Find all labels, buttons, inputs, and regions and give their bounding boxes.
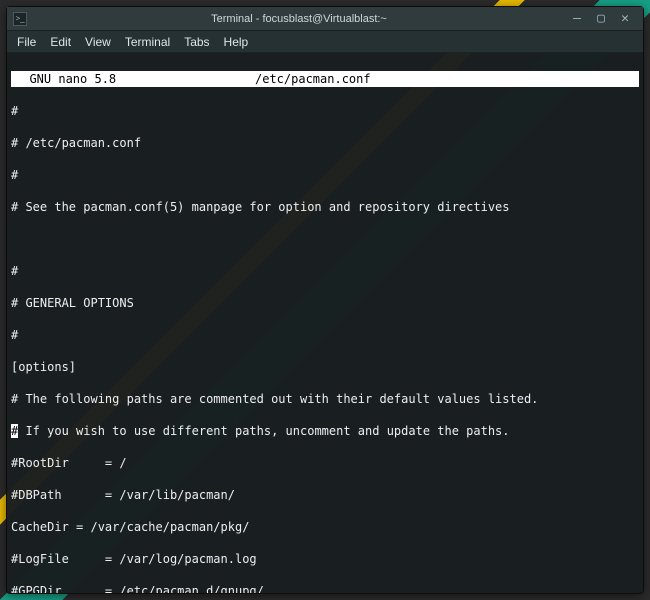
menu-view[interactable]: View bbox=[85, 35, 111, 49]
menu-edit[interactable]: Edit bbox=[50, 35, 71, 49]
file-line: #RootDir = / bbox=[11, 455, 639, 471]
file-line: #LogFile = /var/log/pacman.log bbox=[11, 551, 639, 567]
minimize-button[interactable]: – bbox=[565, 11, 589, 26]
terminal-icon: >_ bbox=[13, 12, 27, 26]
file-line: # GENERAL OPTIONS bbox=[11, 295, 639, 311]
nano-header: GNU nano 5.8/etc/pacman.conf bbox=[11, 71, 639, 87]
nano-version: GNU nano 5.8 bbox=[15, 71, 255, 87]
menu-file[interactable]: File bbox=[17, 35, 36, 49]
file-line bbox=[11, 231, 639, 247]
menubar: File Edit View Terminal Tabs Help bbox=[7, 31, 643, 53]
file-line: #GPGDir = /etc/pacman.d/gnupg/ bbox=[11, 583, 639, 593]
file-line: # bbox=[11, 103, 639, 119]
file-line: # bbox=[11, 263, 639, 279]
menu-help[interactable]: Help bbox=[224, 35, 249, 49]
file-line: #DBPath = /var/lib/pacman/ bbox=[11, 487, 639, 503]
menu-tabs[interactable]: Tabs bbox=[184, 35, 209, 49]
file-line: # /etc/pacman.conf bbox=[11, 135, 639, 151]
window-title: Terminal - focusblast@Virtualblast:~ bbox=[33, 13, 565, 25]
nano-filename: /etc/pacman.conf bbox=[255, 71, 635, 87]
file-line: # The following paths are commented out … bbox=[11, 391, 639, 407]
file-line: # bbox=[11, 327, 639, 343]
window-titlebar[interactable]: >_ Terminal - focusblast@Virtualblast:~ … bbox=[7, 7, 643, 31]
file-line: # bbox=[11, 167, 639, 183]
menu-terminal[interactable]: Terminal bbox=[125, 35, 170, 49]
file-line: [options] bbox=[11, 359, 639, 375]
file-line-cursor: # If you wish to use different paths, un… bbox=[11, 423, 639, 439]
file-line: CacheDir = /var/cache/pacman/pkg/ bbox=[11, 519, 639, 535]
file-line: # See the pacman.conf(5) manpage for opt… bbox=[11, 199, 639, 215]
close-button[interactable]: ✕ bbox=[613, 11, 637, 26]
maximize-button[interactable]: ▢ bbox=[589, 11, 613, 26]
terminal-window: >_ Terminal - focusblast@Virtualblast:~ … bbox=[6, 6, 644, 594]
terminal-content[interactable]: GNU nano 5.8/etc/pacman.conf # # /etc/pa… bbox=[7, 53, 643, 593]
